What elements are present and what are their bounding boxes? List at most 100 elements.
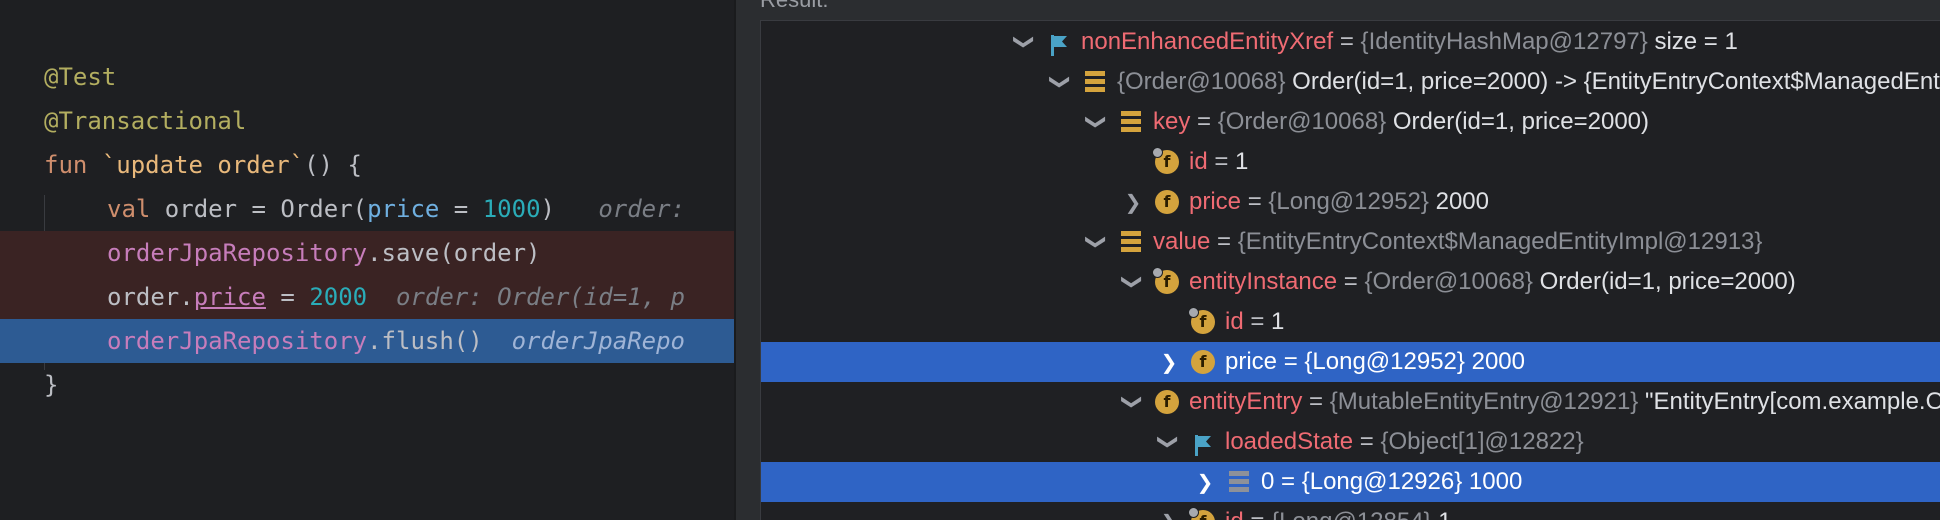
node-equals: =: [1302, 388, 1330, 415]
map-entry-icon: [1083, 70, 1107, 94]
node-name: 0: [1261, 468, 1275, 495]
tree-node-entry-id[interactable]: ❯ f id = {Long@12854} 1: [761, 502, 1940, 520]
close-brace: }: [44, 371, 59, 399]
node-type: {IdentityHashMap@12797}: [1360, 28, 1648, 55]
annotation-transactional: @Transactional: [44, 107, 247, 135]
node-value: 2000: [1428, 188, 1489, 215]
node-type: {Long@12952}: [1268, 188, 1429, 215]
lock-icon: [1188, 307, 1199, 318]
node-equals: =: [1244, 508, 1271, 520]
node-name: entityEntry: [1189, 388, 1303, 415]
tree-node-map-entry[interactable]: ❯ {Order@10068} Order(id=1, price=2000) …: [761, 62, 1940, 102]
node-type: {Order@10068}: [1117, 68, 1286, 95]
lock-icon: [1188, 507, 1199, 518]
tree-node-loadedstate[interactable]: ❯ loadedState = {Object[1]@12822}: [761, 422, 1940, 462]
tree-node-key-id[interactable]: f id = 1: [761, 142, 1940, 182]
code-line-test-annotation[interactable]: @Test: [0, 55, 734, 99]
tree-node-entityinstance[interactable]: ❯ f entityInstance = {Order@10068} Order…: [761, 262, 1940, 302]
node-name: price: [1189, 188, 1242, 215]
node-type: {Object[1]@12822}: [1380, 428, 1584, 455]
node-equals: =: [1241, 188, 1269, 215]
lock-icon: [1152, 147, 1163, 158]
node-name: id: [1225, 308, 1244, 335]
chevron-down-icon[interactable]: ❯: [1041, 72, 1081, 92]
debugger-result-panel: Result: ❯ nonEnhancedEntityXref = {Ident…: [734, 0, 1940, 520]
chevron-right-icon[interactable]: ❯: [1123, 182, 1143, 222]
flag-icon: [1047, 30, 1071, 56]
annotation-test: @Test: [44, 63, 117, 91]
node-value: 1: [1432, 508, 1451, 520]
node-type: {Order@10068}: [1217, 108, 1387, 135]
function-signature-tail: () {: [304, 151, 362, 179]
chevron-down-icon[interactable]: ❯: [1149, 432, 1189, 452]
repository-reference: orderJpaRepository: [107, 327, 368, 355]
field-icon: f: [1191, 350, 1215, 374]
node-type: {EntityEntryContext$ManagedEntityImpl@12…: [1237, 228, 1763, 255]
node-equals: =: [1333, 28, 1361, 55]
tree-node-key-price[interactable]: ❯ f price = {Long@12952} 2000: [761, 182, 1940, 222]
tree-node-value[interactable]: ❯ value = {EntityEntryContext$ManagedEnt…: [761, 222, 1940, 262]
tree-node-loadedstate-0-selected[interactable]: ❯ 0 = {Long@12926} 1000: [761, 462, 1940, 502]
tree-node-instance-price-selected[interactable]: ❯ f price = {Long@12952} 2000: [761, 342, 1940, 382]
node-name: id: [1225, 508, 1244, 520]
field-icon: f: [1152, 147, 1179, 174]
node-type: {Long@12854}: [1271, 508, 1432, 520]
tree-node-nonenhancedentityxref[interactable]: ❯ nonEnhancedEntityXref = {IdentityHashM…: [761, 22, 1940, 62]
panel-title: Result:: [760, 0, 828, 12]
tree-node-instance-id[interactable]: f id = 1: [761, 302, 1940, 342]
inline-debug-value: orderJpaRepo: [511, 327, 685, 355]
tree-node-key[interactable]: ❯ key = {Order@10068} Order(id=1, price=…: [761, 102, 1940, 142]
node-name: loadedState: [1225, 428, 1354, 455]
node-equals: =: [1337, 268, 1365, 295]
array-element-icon: [1227, 470, 1251, 494]
price-property: price: [193, 283, 266, 311]
node-name: nonEnhancedEntityXref: [1081, 28, 1334, 55]
chevron-right-icon[interactable]: ❯: [1159, 502, 1179, 520]
code-line-assign-price[interactable]: order.price = 2000 order: Order(id=1, p: [0, 275, 734, 319]
inline-debug-value: order: Order(id=1, p: [396, 283, 685, 311]
assign-operator: =: [265, 283, 310, 311]
node-name: entityInstance: [1189, 268, 1338, 295]
node-equals: =: [1277, 348, 1305, 375]
save-call: .save(order): [367, 239, 541, 267]
node-value: size = 1: [1647, 28, 1738, 55]
chevron-down-icon[interactable]: ❯: [1077, 112, 1117, 132]
tree-node-entityentry[interactable]: ❯ f entityEntry = {MutableEntityEntry@12…: [761, 382, 1940, 422]
node-value: 2000: [1464, 348, 1525, 375]
node-name: key: [1153, 108, 1191, 135]
node-equals: =: [1243, 308, 1272, 335]
close-paren: ): [540, 195, 555, 223]
chevron-down-icon[interactable]: ❯: [1113, 392, 1153, 412]
node-type: {Long@12926}: [1301, 468, 1463, 495]
chevron-down-icon[interactable]: ❯: [1077, 232, 1117, 252]
node-name: value: [1153, 228, 1211, 255]
node-name: price: [1225, 348, 1278, 375]
node-value: "EntityEntry[com.example.Order#1](MANAGE…: [1644, 388, 1940, 415]
code-line-fun[interactable]: fun `update order`() {: [0, 143, 734, 187]
inline-debug-value: order:: [598, 195, 686, 223]
map-entry-icon: [1119, 110, 1143, 134]
field-icon: f: [1188, 507, 1215, 520]
node-equals: =: [1210, 228, 1238, 255]
code-line-save[interactable]: orderJpaRepository.save(order): [0, 231, 734, 275]
repository-reference: orderJpaRepository: [107, 239, 368, 267]
lock-icon: [1152, 267, 1163, 278]
code-line-flush-execution-point[interactable]: orderJpaRepository.flush() orderJpaRepo: [0, 319, 734, 363]
val-declaration: order = Order(: [150, 195, 368, 223]
flush-call: .flush(): [367, 327, 483, 355]
code-line-transactional[interactable]: @Transactional: [0, 99, 734, 143]
field-icon: f: [1155, 190, 1179, 214]
keyword-val: val: [107, 195, 151, 223]
node-equals: =: [1207, 148, 1236, 175]
keyword-fun: fun: [44, 151, 88, 179]
chevron-right-icon[interactable]: ❯: [1195, 462, 1215, 502]
code-editor[interactable]: @Test @Transactional fun `update order`(…: [0, 0, 734, 520]
chevron-down-icon[interactable]: ❯: [1005, 32, 1045, 52]
chevron-down-icon[interactable]: ❯: [1113, 272, 1153, 292]
assign-operator: =: [439, 195, 483, 223]
code-line-close-brace[interactable]: }: [0, 363, 734, 407]
map-entry-icon: [1119, 230, 1143, 254]
variables-tree[interactable]: ❯ nonEnhancedEntityXref = {IdentityHashM…: [760, 20, 1940, 520]
code-line-val-order[interactable]: val order = Order(price = 1000) order:: [0, 187, 734, 231]
chevron-right-icon[interactable]: ❯: [1159, 342, 1179, 382]
